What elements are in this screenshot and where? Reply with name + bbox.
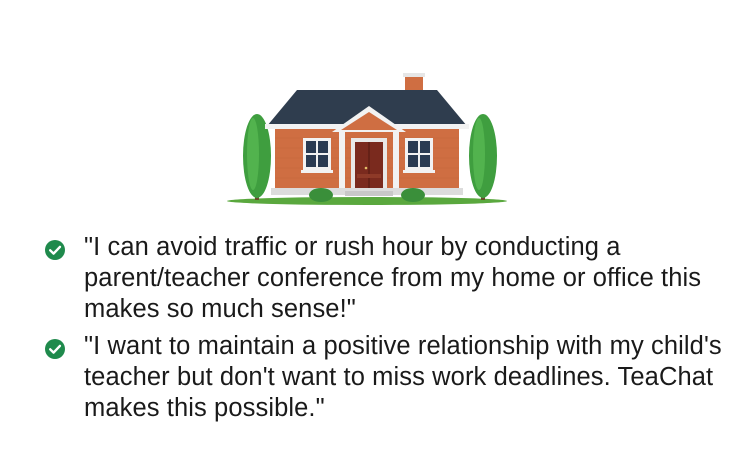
left-bush <box>309 188 333 202</box>
lawn <box>227 197 507 205</box>
house-icon <box>227 73 507 205</box>
testimonial-item: "I want to maintain a positive relations… <box>44 331 734 424</box>
testimonial-item: "I can avoid traffic or rush hour by con… <box>44 232 734 325</box>
check-circle-icon <box>45 339 65 359</box>
testimonial-list: "I can avoid traffic or rush hour by con… <box>44 232 734 430</box>
testimonial-text: "I want to maintain a positive relations… <box>84 332 722 422</box>
house-illustration <box>225 68 515 208</box>
check-circle-icon <box>45 240 65 260</box>
right-bush <box>401 188 425 202</box>
chimney <box>405 76 423 92</box>
testimonial-text: "I can avoid traffic or rush hour by con… <box>84 233 702 323</box>
